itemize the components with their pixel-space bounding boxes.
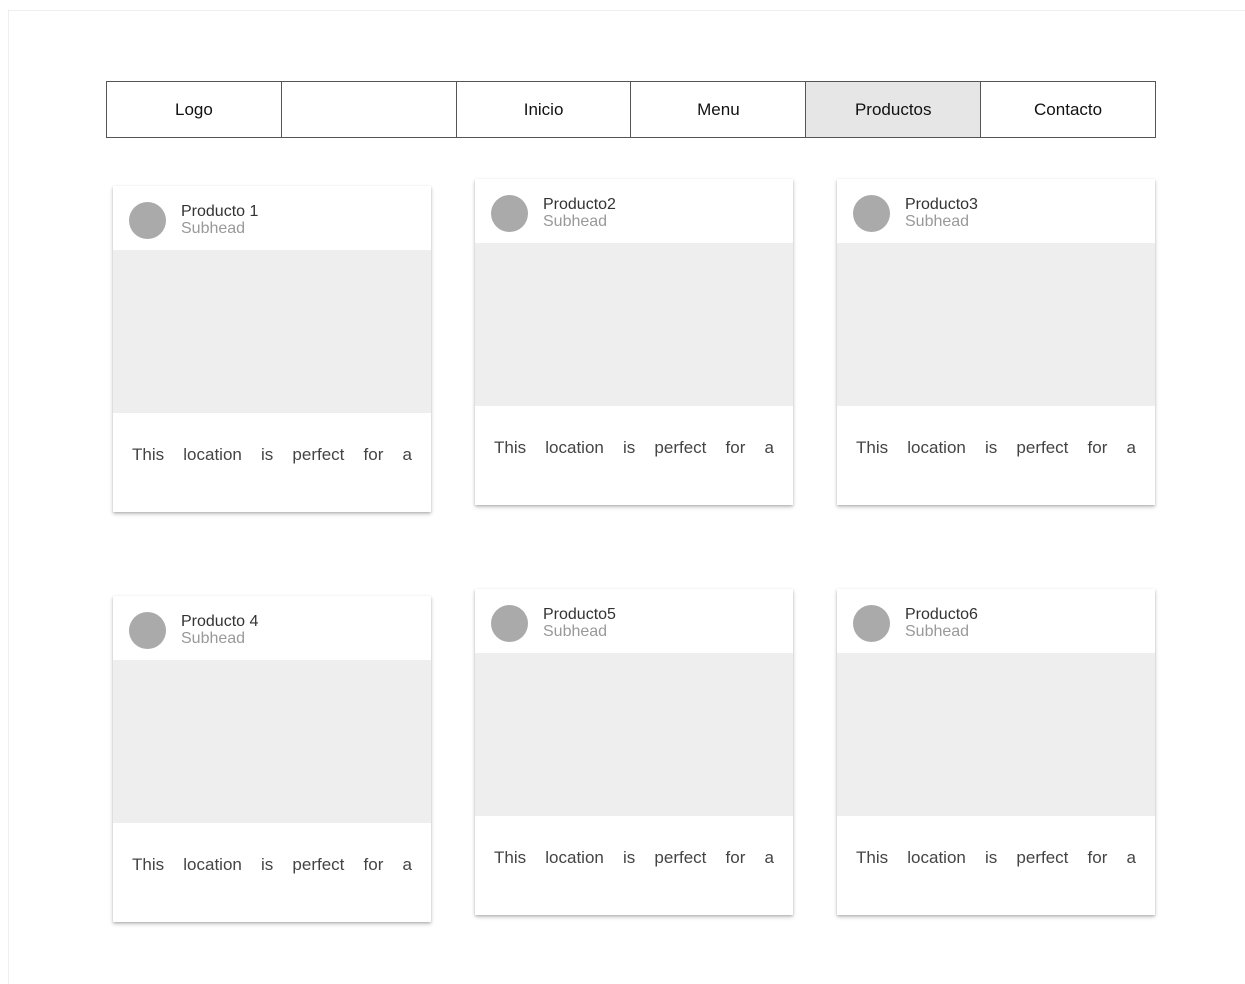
nav-empty-cell — [282, 82, 457, 137]
card-subhead: Subhead — [905, 213, 970, 230]
card-subhead: Subhead — [543, 623, 608, 640]
nav-item-contacto[interactable]: Contacto — [981, 82, 1155, 137]
avatar — [853, 195, 890, 232]
card-description: This location is perfect for a — [494, 848, 774, 867]
card-media-placeholder — [475, 243, 793, 406]
card-subhead: Subhead — [181, 630, 246, 647]
card-header: Producto2 Subhead — [475, 179, 793, 243]
avatar — [129, 202, 166, 239]
card-description: This location is perfect for a — [132, 445, 412, 464]
nav-item-productos[interactable]: Productos — [806, 82, 982, 137]
card-subhead: Subhead — [543, 213, 608, 230]
card-header: Producto3 Subhead — [837, 179, 1155, 243]
card-title: Producto3 — [905, 196, 978, 213]
card-media-placeholder — [113, 660, 431, 823]
card-description: This location is perfect for a — [856, 438, 1136, 457]
navbar: Logo Inicio Menu Productos Contacto — [106, 81, 1156, 138]
card-title: Producto6 — [905, 606, 978, 623]
card-media-placeholder — [837, 653, 1155, 816]
card-title: Producto 4 — [181, 613, 259, 630]
avatar — [853, 605, 890, 642]
card-description: This location is perfect for a — [132, 855, 412, 874]
card-title: Producto 1 — [181, 203, 259, 220]
card-subhead: Subhead — [181, 220, 246, 237]
card-title: Producto5 — [543, 606, 616, 623]
product-card-5[interactable]: Producto5 Subhead This location is perfe… — [475, 589, 793, 915]
card-header: Producto5 Subhead — [475, 589, 793, 653]
card-header: Producto 4 Subhead — [113, 596, 431, 660]
card-media-placeholder — [837, 243, 1155, 406]
product-card-2[interactable]: Producto2 Subhead This location is perfe… — [475, 179, 793, 505]
avatar — [491, 195, 528, 232]
product-card-6[interactable]: Producto6 Subhead This location is perfe… — [837, 589, 1155, 915]
product-card-3[interactable]: Producto3 Subhead This location is perfe… — [837, 179, 1155, 505]
card-header: Producto 1 Subhead — [113, 186, 431, 250]
card-description: This location is perfect for a — [856, 848, 1136, 867]
product-card-1[interactable]: Producto 1 Subhead This location is perf… — [113, 186, 431, 512]
avatar — [129, 612, 166, 649]
card-media-placeholder — [113, 250, 431, 413]
card-description: This location is perfect for a — [494, 438, 774, 457]
card-header: Producto6 Subhead — [837, 589, 1155, 653]
card-subhead: Subhead — [905, 623, 970, 640]
product-card-4[interactable]: Producto 4 Subhead This location is perf… — [113, 596, 431, 922]
nav-item-inicio[interactable]: Inicio — [457, 82, 632, 137]
card-title: Producto2 — [543, 196, 616, 213]
card-media-placeholder — [475, 653, 793, 816]
nav-logo[interactable]: Logo — [107, 82, 282, 137]
avatar — [491, 605, 528, 642]
nav-item-menu[interactable]: Menu — [631, 82, 807, 137]
